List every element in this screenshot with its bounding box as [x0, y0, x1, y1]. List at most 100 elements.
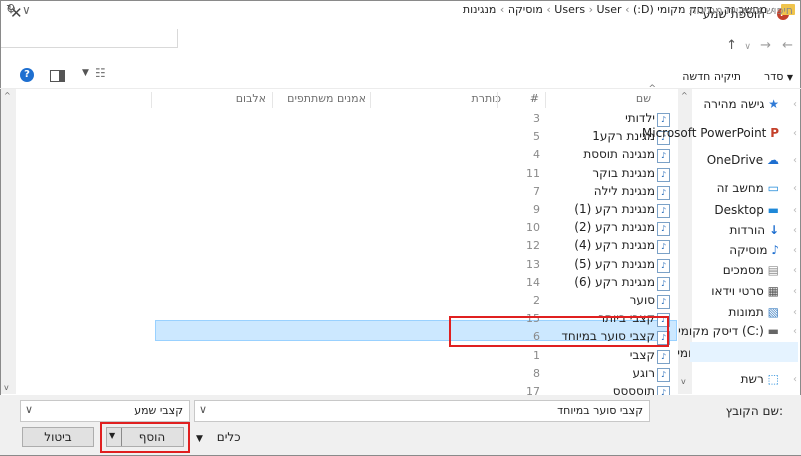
filename-input[interactable]: קצבי סוער במיוחד ∨ — [194, 400, 650, 422]
expand-chevron-icon[interactable]: ‹ — [793, 99, 797, 110]
chevron-down-icon: ▼ — [196, 434, 203, 444]
crumb-melodies[interactable]: מנגינות — [463, 3, 497, 16]
chevron-down-icon: ∨ — [199, 403, 208, 416]
track-number: 7 — [533, 184, 540, 198]
file-name: (5) מנגינת רקע — [574, 256, 655, 271]
cancel-button[interactable]: ביטול — [22, 427, 94, 447]
file-row[interactable]: 10 (2) מנגינת רקע ♪ — [505, 219, 675, 237]
audio-file-icon: ♪ — [657, 367, 670, 382]
file-name: רוגע — [632, 365, 656, 380]
pictures-icon: ▧ — [767, 305, 779, 319]
recent-dropdown-icon[interactable]: ∨ — [744, 42, 751, 52]
sidebar-item[interactable]: מסמכים ▤ — [723, 263, 779, 281]
sidebar-item[interactable]: הורדות ↓ — [730, 223, 779, 241]
sidebar-item[interactable]: תמונות ▧ — [729, 305, 779, 323]
view-details-icon[interactable]: ☷ — [95, 66, 106, 80]
expand-chevron-icon[interactable]: ‹ — [793, 286, 797, 297]
file-row[interactable]: 13 (5) מנגינת רקע ♪ — [505, 256, 675, 274]
sidebar-item-label: הורדות — [729, 223, 766, 237]
expand-chevron-icon[interactable]: ‹ — [793, 326, 797, 337]
back-arrow-icon[interactable]: ← — [782, 38, 793, 53]
crumb-music[interactable]: מוסיקה — [508, 3, 543, 16]
view-dropdown-icon[interactable]: ▼ — [82, 68, 89, 78]
expand-chevron-icon[interactable]: ‹ — [793, 307, 797, 318]
sidebar-item-label: מוסיקה — [729, 243, 768, 257]
sidebar-item-label: דיסק מקומי (C:) — [678, 324, 764, 338]
new-folder-button[interactable]: תיקיה חדשה — [682, 70, 741, 83]
track-number: 12 — [526, 239, 540, 253]
crumb-users[interactable]: Users — [554, 3, 585, 16]
file-row[interactable]: 8 רוגע ♪ — [505, 365, 675, 383]
sidebar-item[interactable]: Desktop ▬ — [714, 203, 779, 221]
expand-chevron-icon[interactable]: ‹ — [793, 245, 797, 256]
audio-file-icon: ♪ — [657, 185, 670, 200]
help-icon[interactable]: ? — [20, 68, 34, 82]
track-number: 2 — [533, 294, 540, 307]
file-row[interactable]: 9 (1) מנגינת רקע ♪ — [505, 201, 675, 219]
file-row[interactable]: 4 מנגינה תוססת ♪ — [505, 146, 675, 164]
file-row[interactable]: 1 קצבי ♪ — [505, 347, 675, 365]
video-icon: ▦ — [767, 284, 779, 298]
sidebar-item[interactable]: OneDrive ☁ — [707, 153, 779, 171]
expand-chevron-icon[interactable]: ‹ — [793, 128, 797, 139]
expand-chevron-icon[interactable]: ‹ — [793, 374, 797, 385]
expand-chevron-icon[interactable]: ‹ — [793, 155, 797, 166]
file-row[interactable]: 2 סוער ♪ — [505, 292, 675, 310]
sidebar-item-label: סרטי וידאו — [711, 284, 764, 298]
sidebar-item-label: Microsoft PowerPoint — [641, 126, 767, 140]
file-name: סוער — [629, 293, 655, 307]
audio-file-icon: ♪ — [657, 349, 670, 364]
tools-button[interactable]: ▼ כלים — [196, 430, 241, 444]
file-list-scrollbar[interactable]: ^ v — [1, 89, 16, 394]
forward-arrow-icon[interactable]: → — [760, 38, 771, 53]
preview-pane-icon[interactable] — [50, 70, 65, 82]
expand-chevron-icon[interactable]: ‹ — [793, 225, 797, 236]
sidebar-item-label: תמונות — [728, 305, 764, 319]
sidebar-item-label: מחשב זה — [716, 181, 764, 195]
sidebar-item[interactable]: מחשב זה ▭ — [717, 181, 779, 199]
filetype-select[interactable]: קצבי שמע ∨ — [20, 400, 190, 422]
track-number: 10 — [526, 221, 540, 235]
column-album[interactable]: אלבום — [236, 92, 266, 110]
file-row[interactable]: 12 (4) מנגינת רקע ♪ — [505, 237, 675, 255]
expand-chevron-icon[interactable]: ‹ — [793, 265, 797, 276]
search-icon: ⚲ — [7, 2, 16, 15]
documents-icon: ▤ — [767, 263, 779, 277]
sidebar-item-label: רשת — [740, 372, 764, 386]
audio-file-icon: ♪ — [657, 258, 670, 273]
sidebar-item[interactable]: גישה מהירה ★ — [703, 97, 779, 115]
audio-file-icon: ♪ — [657, 240, 670, 255]
file-highlight-box — [449, 316, 669, 347]
file-row[interactable]: 7 מנגינת לילה ♪ — [505, 183, 675, 201]
sidebar-selected-highlight — [690, 342, 798, 362]
up-arrow-icon[interactable]: ↑ — [726, 38, 737, 53]
sidebar-item[interactable]: מוסיקה ♪ — [729, 243, 779, 261]
sidebar-item-label: מסמכים — [722, 263, 764, 277]
sidebar-item[interactable]: דיסק מקומי (C:) ▬ — [678, 324, 779, 342]
sidebar-item[interactable]: סרטי וידאו ▦ — [711, 284, 779, 302]
file-name: קצבי — [629, 347, 655, 362]
file-row[interactable]: 11 מנגינת בוקר ♪ — [505, 165, 675, 183]
organize-label: סדר — [763, 70, 784, 83]
audio-file-icon: ♪ — [657, 113, 670, 127]
column-artists[interactable]: אמנים משתתפים — [287, 92, 366, 110]
music-icon: ♪ — [771, 243, 779, 257]
file-name: מנגינת לילה — [593, 183, 655, 198]
expand-chevron-icon[interactable]: ‹ — [793, 183, 797, 194]
sidebar-item[interactable]: רשת ⬚ — [741, 372, 779, 390]
audio-file-icon: ♪ — [657, 149, 670, 164]
filetype-value: קצבי שמע — [134, 404, 183, 417]
network-icon: ⬚ — [767, 372, 779, 386]
sidebar-item[interactable]: Microsoft PowerPoint P — [642, 126, 779, 144]
expand-chevron-icon[interactable]: ‹ — [793, 205, 797, 216]
file-row[interactable]: 14 (6) מנגינת רקע ♪ — [505, 274, 675, 292]
column-number[interactable]: # — [530, 92, 539, 110]
desktop-icon: ▬ — [767, 203, 779, 217]
organize-button[interactable]: סדר ▼ — [764, 70, 793, 83]
crumb-user[interactable]: User — [597, 3, 622, 16]
track-number: 9 — [533, 203, 540, 216]
track-number: 11 — [526, 166, 540, 180]
audio-file-icon: ♪ — [657, 276, 670, 291]
dropdown-icon[interactable]: ∨ — [22, 3, 31, 17]
filename-value: קצבי סוער במיוחד — [557, 404, 643, 417]
